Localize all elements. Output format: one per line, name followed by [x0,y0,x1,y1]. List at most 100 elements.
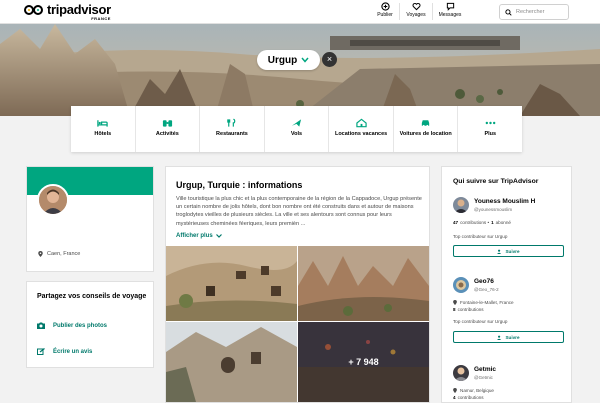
user-stats: 4 contributions [453,395,484,400]
bed-icon [97,120,109,127]
location-pin-icon [453,300,457,305]
follow-button[interactable]: Suivre [453,331,564,343]
search-box[interactable] [499,4,569,20]
follow-button-label: Suivre [505,248,520,254]
photo-grid: + 7 948 [166,246,429,402]
followers-count: 1 [491,220,494,225]
category-hotels-label: Hôtels [94,131,112,137]
write-review-link[interactable]: Écrire un avis [37,348,92,355]
followers-label: abonné [495,220,511,225]
write-review-label: Écrire un avis [53,348,93,355]
category-activites[interactable]: Activités [136,106,201,152]
add-user-icon [497,335,502,340]
category-vols-label: Vols [290,131,303,137]
show-more-label: Afficher plus [176,233,213,239]
category-vols[interactable]: Vols [265,106,330,152]
clear-city-button[interactable]: × [322,52,337,67]
upload-photos-link[interactable]: Publier des photos [37,322,107,329]
location-pin-icon [453,388,457,393]
camera-icon [37,322,45,329]
profile-location-text: Caen, France [47,251,81,257]
user-name[interactable]: Geo76 [474,278,494,285]
photo-fairy-chimneys[interactable] [298,246,429,321]
chevron-down-icon [301,57,309,63]
upload-photos-label: Publier des photos [53,322,108,329]
plus-circle-icon [380,2,390,11]
user-handle: @younessmouslim [474,207,513,212]
nav-publier[interactable]: Publier [375,2,395,22]
category-restaurants-label: Restaurants [216,131,248,137]
avatar[interactable] [453,277,469,293]
owl-logo-icon [24,5,44,16]
category-hotels[interactable]: Hôtels [71,106,136,152]
binoculars-icon [162,120,172,127]
close-icon: × [326,54,333,64]
category-bar: Hôtels Activités Restaurants Vols Locati… [71,106,522,152]
fork-knife-icon [227,118,236,127]
brand-name: tripadvisor [47,2,111,17]
nav-messages-label: Messages [438,12,462,18]
who-to-follow-card: Qui suivre sur TripAdvisor Youness Mousl… [441,166,572,403]
city-info-title: Urgup, Turquie : informations [176,180,303,190]
user-handle: @Geo_76-2 [474,287,499,292]
location-pin-icon [38,251,43,257]
profile-location: Caen, France [38,251,80,257]
avatar[interactable] [453,197,469,213]
user-handle: @Getmic [474,375,493,380]
car-icon [422,120,430,127]
category-locations-vacances-label: Locations vacances [334,131,388,137]
category-plus-label: Plus [484,131,497,137]
search-input[interactable] [516,9,566,15]
city-info-card: Urgup, Turquie : informations Ville tour… [165,166,430,403]
follow-button-label: Suivre [505,334,520,340]
chevron-down-icon [215,234,222,238]
dots-icon [485,121,496,125]
category-activites-label: Activités [155,131,179,137]
photo-rock-village[interactable] [166,322,297,402]
top-contributor-text: Top contributeur sur Urgup [453,234,508,239]
contributions-label: contributions [457,395,484,400]
chat-icon [446,2,454,11]
category-restaurants[interactable]: Restaurants [200,106,265,152]
who-to-follow-title: Qui suivre sur TripAdvisor [453,178,539,185]
top-contributor: Top contributeur sur Urgup [453,319,507,324]
user-location: Fontaine-le-Mallet, France [453,300,514,305]
more-photos-count[interactable]: + 7 948 [298,322,429,402]
contributions-count: 47 [453,220,459,225]
contributions-count: 8 [453,307,456,312]
category-plus[interactable]: Plus [458,106,522,152]
photo-balloons[interactable]: + 7 948 [298,322,429,402]
city-info-description: Ville touristique la plus chic et la plu… [176,196,422,227]
contributions-label: contributions • [460,220,490,225]
edit-icon [37,348,45,355]
top-contributor-text: Top contributeur sur Urgup [453,319,508,324]
add-user-icon [497,249,502,254]
hero-banner: Urgup × [0,24,600,116]
user-location-text: Namur, Belgique [460,388,494,393]
house-icon [355,118,367,128]
avatar[interactable] [453,365,469,381]
city-name: Urgup [267,54,298,66]
category-voitures-de-location-label: Voitures de location [399,131,452,137]
city-selector[interactable]: Urgup [257,50,320,70]
nav-voyages[interactable]: Voyages [404,2,428,22]
cappadocia-landscape-image [0,24,600,116]
avatar[interactable] [37,184,69,216]
top-contributor: Top contributeur sur Urgup [453,234,507,239]
contributions-count: 4 [453,395,456,400]
user-name[interactable]: Getmic [474,366,496,373]
plane-icon [291,119,302,127]
user-name[interactable]: Youness Mouslim H [474,198,535,205]
nav-voyages-label: Voyages [406,12,426,18]
profile-card: Caen, France [26,166,154,272]
tripadvisor-logo[interactable]: tripadvisor FRANCE [24,3,111,21]
nav-messages[interactable]: Messages [436,2,464,22]
category-voitures-de-location[interactable]: Voitures de location [394,106,459,152]
user-location-text: Fontaine-le-Mallet, France [460,300,514,305]
follow-button[interactable]: Suivre [453,245,564,257]
user-location: Namur, Belgique [453,388,494,393]
category-locations-vacances[interactable]: Locations vacances [329,106,394,152]
show-more-link[interactable]: Afficher plus [176,233,222,239]
photo-cave-houses[interactable] [166,246,297,321]
share-tips-card: Partagez vos conseils de voyage Publier … [26,281,154,368]
